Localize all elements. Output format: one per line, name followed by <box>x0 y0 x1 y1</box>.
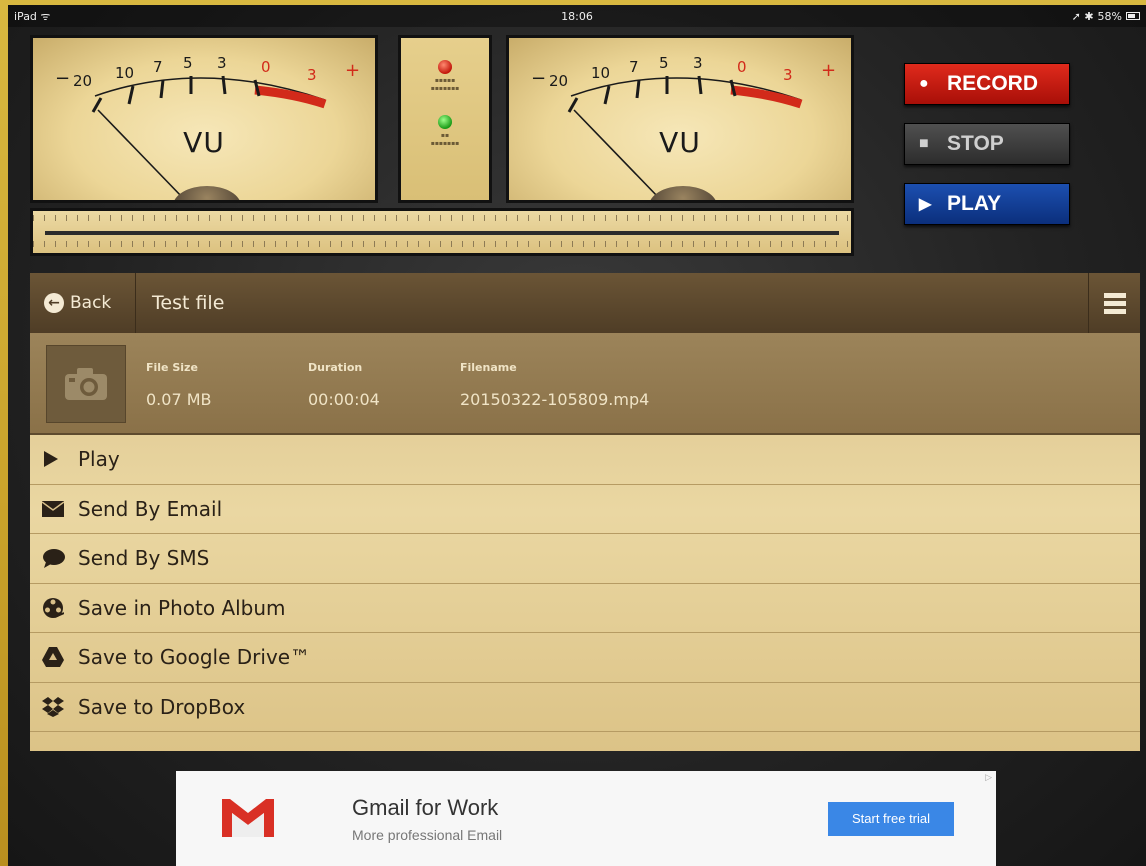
tape-position-scale[interactable] <box>30 208 854 256</box>
svg-text:20: 20 <box>549 72 568 90</box>
envelope-icon <box>42 500 78 517</box>
record-led-icon <box>438 60 452 74</box>
play-icon <box>42 450 78 468</box>
vu-meter-left: − 20 10 7 5 3 0 3 + VU <box>30 35 378 203</box>
action-label: Play <box>78 447 120 472</box>
record-led-text: ▪▪▪▪▪ ▪▪▪▪▪▪▪ <box>430 77 460 92</box>
duration-column: Duration 00:00:04 <box>308 361 380 409</box>
ad-text: Gmail for Work More professional Email <box>352 795 828 843</box>
scale-ticks-bottom <box>33 241 851 247</box>
ad-choices-icon[interactable]: ▷ <box>985 773 992 783</box>
film-reel-icon <box>42 597 78 619</box>
play-led-text: ▪▪ ▪▪▪▪▪▪▪ <box>430 132 460 147</box>
record-dot-icon: ● <box>919 75 929 92</box>
chat-bubble-icon <box>42 548 78 569</box>
list-menu-icon <box>1103 292 1126 298</box>
filename-value: 20150322-105809.mp4 <box>460 390 650 409</box>
camera-icon <box>65 368 107 400</box>
vu-label-right: VU <box>659 126 701 159</box>
file-thumbnail <box>46 345 126 423</box>
scale-ticks-top <box>33 215 851 221</box>
vu-scale-left: − 20 10 7 5 3 0 3 + <box>55 54 360 199</box>
scale-bar <box>45 231 839 235</box>
svg-text:10: 10 <box>115 64 134 82</box>
record-button[interactable]: ● RECORD <box>904 63 1070 105</box>
vu-meter-right: − 20 10 7 5 3 0 3 + VU <box>506 35 854 203</box>
action-list: Play Send By Email Send By SMS Save in P… <box>30 435 1140 732</box>
file-detail-panel: ← Back Test file File Size 0.07 MB Durat… <box>30 273 1140 751</box>
svg-text:0: 0 <box>261 58 271 76</box>
svg-text:5: 5 <box>659 54 669 72</box>
play-led-icon <box>438 115 452 129</box>
file-info-row: File Size 0.07 MB Duration 00:00:04 File… <box>30 333 1140 435</box>
action-label: Save to Google Drive™ <box>78 645 311 670</box>
svg-text:7: 7 <box>153 58 163 76</box>
action-label: Save to DropBox <box>78 694 246 719</box>
svg-text:20: 20 <box>73 72 92 90</box>
stop-button[interactable]: ■ STOP <box>904 123 1070 165</box>
battery-icon <box>1126 12 1140 20</box>
led-indicator-panel: ▪▪▪▪▪ ▪▪▪▪▪▪▪ ▪▪ ▪▪▪▪▪▪▪ <box>398 35 492 203</box>
panel-header: ← Back Test file <box>30 273 1140 333</box>
dropbox-icon <box>42 696 78 717</box>
svg-text:+: + <box>821 60 836 81</box>
action-save-dropbox[interactable]: Save to DropBox <box>30 683 1140 732</box>
action-play[interactable]: Play <box>30 435 1140 485</box>
back-arrow-icon: ← <box>44 293 64 313</box>
record-button-label: RECORD <box>947 72 1039 95</box>
action-send-sms[interactable]: Send By SMS <box>30 534 1140 584</box>
svg-text:7: 7 <box>629 58 639 76</box>
action-label: Send By SMS <box>78 546 210 571</box>
file-size-label: File Size <box>146 361 198 374</box>
action-label: Save in Photo Album <box>78 595 286 620</box>
duration-value: 00:00:04 <box>308 390 380 409</box>
gmail-logo-icon <box>218 794 300 843</box>
battery-percent: 58% <box>1097 9 1122 23</box>
svg-text:10: 10 <box>591 64 610 82</box>
svg-text:3: 3 <box>217 54 227 72</box>
play-button-label: PLAY <box>947 192 1002 215</box>
google-drive-icon <box>42 647 78 668</box>
ipad-screen: iPad ᯤ 18:06 ➚ ✱ 58% − 20 10 7 5 3 0 3 +… <box>8 5 1146 866</box>
status-right: ➚ ✱ 58% <box>1072 10 1140 23</box>
file-size-column: File Size 0.07 MB <box>146 361 212 409</box>
svg-text:3: 3 <box>783 66 793 84</box>
stop-square-icon: ■ <box>919 135 929 152</box>
status-indicators: ➚ ✱ <box>1071 9 1094 23</box>
device-name: iPad ᯤ <box>14 9 51 23</box>
filename-column: Filename 20150322-105809.mp4 <box>460 361 649 409</box>
duration-label: Duration <box>308 361 363 374</box>
svg-text:3: 3 <box>307 66 317 84</box>
filename-label: Filename <box>460 361 517 374</box>
status-bar: iPad ᯤ 18:06 ➚ ✱ 58% <box>8 5 1146 27</box>
svg-text:0: 0 <box>737 58 747 76</box>
action-send-email[interactable]: Send By Email <box>30 485 1140 534</box>
svg-text:3: 3 <box>693 54 703 72</box>
panel-title: Test file <box>152 292 225 314</box>
action-save-photo-album[interactable]: Save in Photo Album <box>30 584 1140 633</box>
stop-button-label: STOP <box>947 132 1004 155</box>
vu-label-left: VU <box>183 126 225 159</box>
file-size-value: 0.07 MB <box>146 390 212 409</box>
start-free-trial-button[interactable]: Start free trial <box>828 801 954 836</box>
ad-subtitle: More professional Email <box>352 826 503 843</box>
vu-plus: + <box>345 60 360 81</box>
ad-banner[interactable]: Gmail for Work More professional Email S… <box>176 771 996 866</box>
ad-title: Gmail for Work <box>352 794 499 820</box>
svg-text:5: 5 <box>183 54 193 72</box>
play-triangle-icon: ▶ <box>919 196 932 213</box>
action-save-google-drive[interactable]: Save to Google Drive™ <box>30 633 1140 683</box>
play-button[interactable]: ▶ PLAY <box>904 183 1070 225</box>
list-menu-button[interactable] <box>1088 273 1140 333</box>
back-button[interactable]: ← Back <box>30 273 136 333</box>
vu-minus: − <box>55 68 70 89</box>
vu-scale-right: − 20 10 7 5 3 0 3 + <box>531 54 836 199</box>
svg-text:−: − <box>531 68 546 89</box>
back-button-label: Back <box>70 293 112 313</box>
action-label: Send By Email <box>78 496 223 521</box>
